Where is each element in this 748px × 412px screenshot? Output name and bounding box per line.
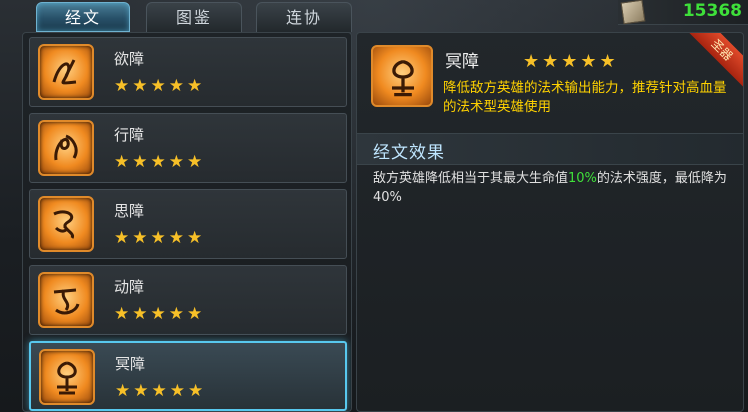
rune-item-yu[interactable]: 欲障 ★★★★★ (29, 37, 347, 107)
detail-rune-name: 冥障 (445, 52, 479, 72)
rune-xing-icon (38, 120, 94, 176)
rune-item-ming[interactable]: 冥障 ★★★★★ (29, 341, 347, 411)
rune-name: 欲障 (114, 50, 145, 68)
rune-ming-icon (39, 349, 95, 405)
currency-display: 15368 (618, 0, 748, 25)
tab-tujian[interactable]: 图鉴 (146, 2, 242, 32)
rune-yu-icon (38, 44, 94, 100)
star-rating: ★★★★★ (114, 304, 206, 324)
star-rating: ★★★★★ (115, 381, 207, 401)
rune-name: 冥障 (115, 355, 146, 373)
rune-item-si[interactable]: 思障 ★★★★★ (29, 189, 347, 259)
rune-description: 降低敌方英雄的法术输出能力，推荐针对高血量的法术型英雄使用 (443, 80, 727, 115)
effect-highlight-value: 10% (568, 171, 597, 186)
rune-detail-panel: 圣器 冥障 ★★★★★ 降低敌方英雄的法术输出能力，推荐针对高血量的法术型英雄使… (356, 32, 744, 412)
star-rating: ★★★★★ (114, 76, 206, 96)
detail-star-rating: ★★★★★ (523, 51, 619, 72)
rune-item-dong[interactable]: 动障 ★★★★★ (29, 265, 347, 335)
rune-si-icon (38, 196, 94, 252)
currency-value: 15368 (682, 1, 742, 21)
section-header: 经文效果 (357, 133, 743, 165)
rune-name: 动障 (114, 278, 145, 296)
rune-dong-icon (38, 272, 94, 328)
effect-description: 敌方英雄降低相当于其最大生命值10%的法术强度，最低降为40% (373, 169, 733, 207)
rune-name: 行障 (114, 126, 145, 144)
rune-item-xing[interactable]: 行障 ★★★★★ (29, 113, 347, 183)
rune-list: 欲障 ★★★★★ 行障 ★★★★★ 思障 ★★★★★ 动障 ★★★★★ 冥障 ★… (22, 32, 352, 412)
effect-prefix: 敌方英雄降低相当于其最大生命值 (373, 171, 569, 186)
rune-name: 思障 (114, 202, 145, 220)
tab-lianxie[interactable]: 连协 (256, 2, 352, 32)
star-rating: ★★★★★ (114, 228, 206, 248)
rune-ming-icon (371, 45, 433, 107)
section-title: 经文效果 (373, 143, 445, 163)
scroll-icon (620, 0, 646, 25)
star-rating: ★★★★★ (114, 152, 206, 172)
tab-jingwen[interactable]: 经文 (36, 2, 130, 32)
